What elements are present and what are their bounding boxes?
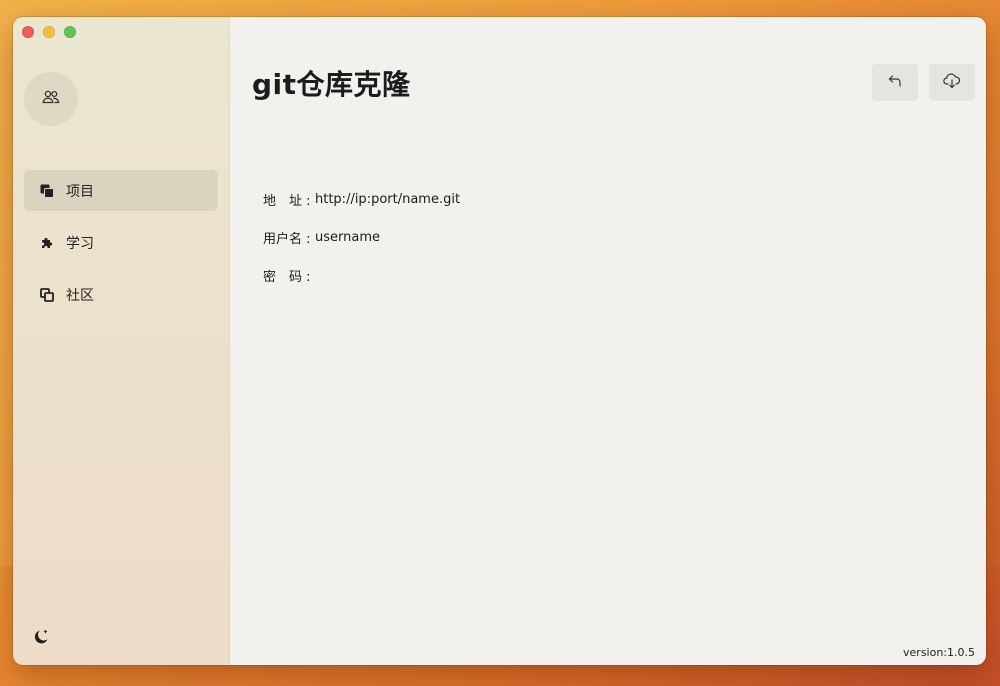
- address-row: 地 址 : http://ip:port/name.git: [263, 180, 460, 218]
- moon-star-icon: [31, 629, 51, 651]
- minimize-window-button[interactable]: [43, 26, 55, 38]
- address-label: 地 址 :: [263, 193, 311, 209]
- sidebar-item-label: 学习: [66, 235, 94, 252]
- password-row: 密 码 :: [263, 256, 460, 294]
- clone-form: 地 址 : http://ip:port/name.git 用户名 : user…: [263, 180, 460, 294]
- username-value[interactable]: username: [315, 230, 380, 245]
- sidebar-item-learning[interactable]: 学习: [24, 222, 218, 263]
- toolbar: [872, 64, 975, 101]
- page-title: git仓库克隆: [252, 68, 411, 101]
- username-row: 用户名 : username: [263, 218, 460, 256]
- sidebar: 项目 学习 社区: [13, 17, 230, 665]
- password-label: 密 码 :: [263, 269, 311, 285]
- app-window: 项目 学习 社区 git仓库克隆 地 址: http://ip:port/na…: [13, 17, 986, 665]
- puzzle-icon: [40, 236, 54, 250]
- main-panel: git仓库克隆 地 址: http://ip:port/name.git 用户…: [230, 17, 986, 665]
- version-label: version:1.0.5: [903, 646, 975, 659]
- copy-icon: [40, 287, 54, 302]
- close-window-button[interactable]: [22, 26, 34, 38]
- sidebar-item-community[interactable]: 社区: [24, 274, 218, 315]
- sidebar-nav: 项目 学习 社区: [24, 170, 218, 326]
- clone-download-button[interactable]: [929, 64, 975, 101]
- back-button[interactable]: [872, 64, 918, 101]
- sidebar-item-projects[interactable]: 项目: [24, 170, 218, 211]
- cloud-download-icon: [943, 72, 961, 93]
- address-value[interactable]: http://ip:port/name.git: [315, 192, 460, 207]
- username-label: 用户名 :: [263, 231, 311, 247]
- users-icon: [42, 89, 60, 109]
- arrow-back-icon: [887, 73, 903, 93]
- window-controls: [22, 26, 76, 38]
- zoom-window-button[interactable]: [64, 26, 76, 38]
- sidebar-item-label: 项目: [66, 183, 94, 200]
- sidebar-item-label: 社区: [66, 287, 94, 304]
- theme-toggle-button[interactable]: [31, 627, 51, 647]
- avatar[interactable]: [24, 72, 78, 126]
- stack-icon: [40, 184, 54, 198]
